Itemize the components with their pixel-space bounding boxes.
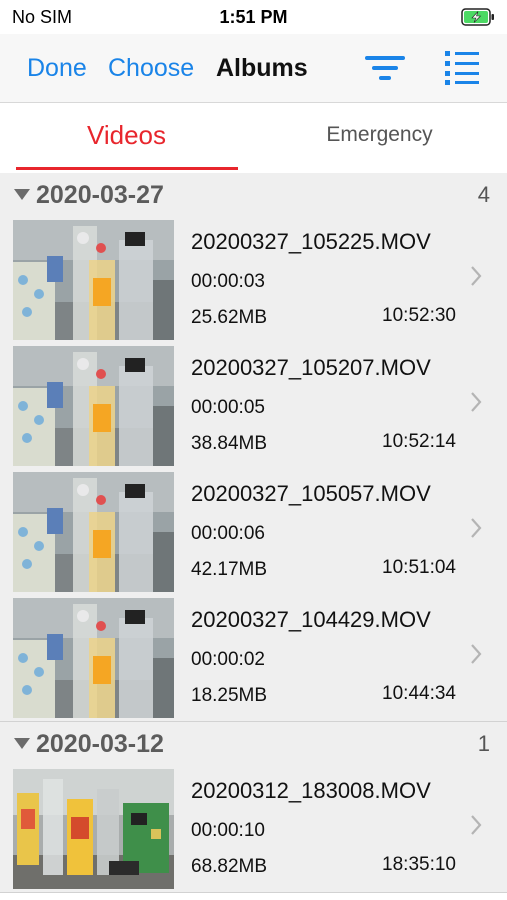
video-list-item[interactable]: 20200312_183008.MOV 00:00:10 68.82MB 18:… <box>0 766 507 893</box>
video-file-name: 20200327_105057.MOV <box>191 481 431 506</box>
section-count: 4 <box>477 182 490 207</box>
video-duration: 00:00:03 <box>191 271 265 292</box>
tab-selected-indicator <box>16 167 238 170</box>
page-title: Albums <box>216 54 308 82</box>
albums-screen: No SIM 1:51 PM Done Choose Albums Videos… <box>0 0 507 900</box>
video-duration: 00:00:05 <box>191 397 265 418</box>
video-file-name: 20200327_105225.MOV <box>191 229 431 254</box>
chevron-right-icon <box>471 644 482 664</box>
video-thumbnail <box>13 346 174 466</box>
tab-emergency-label: Emergency <box>326 123 433 146</box>
video-list-item[interactable]: 20200327_105207.MOV 00:00:05 38.84MB 10:… <box>0 343 507 470</box>
collapse-triangle-icon <box>14 189 30 200</box>
video-file-size: 68.82MB <box>191 856 268 877</box>
tab-emergency[interactable]: Emergency <box>253 103 506 173</box>
section-count: 1 <box>477 731 490 756</box>
video-file-size: 38.84MB <box>191 433 268 454</box>
video-file-size: 25.62MB <box>191 307 268 328</box>
video-thumbnail <box>13 769 174 889</box>
video-list-item[interactable]: 20200327_105057.MOV 00:00:06 42.17MB 10:… <box>0 469 507 596</box>
section-header[interactable]: 2020-03-12 1 <box>0 722 507 766</box>
video-list-item[interactable]: 20200327_105225.MOV 00:00:03 25.62MB 10:… <box>0 217 507 344</box>
chevron-right-icon <box>471 392 482 412</box>
video-thumbnail <box>13 472 174 592</box>
video-record-time: 10:44:34 <box>382 683 456 704</box>
tab-videos[interactable]: Videos <box>0 103 253 173</box>
list-icon[interactable] <box>444 49 480 85</box>
video-record-time: 10:52:14 <box>382 431 456 452</box>
video-record-time: 10:52:30 <box>382 305 456 326</box>
section-date: 2020-03-27 <box>36 181 164 209</box>
video-record-time: 18:35:10 <box>382 854 456 875</box>
section-header[interactable]: 2020-03-27 4 <box>0 173 507 217</box>
video-list-item[interactable]: 20200327_104429.MOV 00:00:02 18.25MB 10:… <box>0 595 507 722</box>
video-record-time: 10:51:04 <box>382 557 456 578</box>
video-thumbnail <box>13 598 174 718</box>
video-file-name: 20200327_105207.MOV <box>191 355 431 380</box>
tab-videos-label: Videos <box>86 120 167 150</box>
video-file-name: 20200312_183008.MOV <box>191 778 431 803</box>
filter-icon[interactable] <box>364 52 406 84</box>
clock-label: 1:51 PM <box>219 7 288 27</box>
choose-button[interactable]: Choose <box>108 54 194 83</box>
battery-charging-icon <box>461 8 494 26</box>
status-bar: No SIM 1:51 PM <box>0 0 507 34</box>
video-duration: 00:00:06 <box>191 523 265 544</box>
navigation-bar: Done Choose Albums <box>0 34 507 103</box>
chevron-right-icon <box>471 266 482 286</box>
video-duration: 00:00:02 <box>191 649 265 670</box>
video-file-name: 20200327_104429.MOV <box>191 607 431 632</box>
done-button[interactable]: Done <box>27 54 87 83</box>
chevron-right-icon <box>471 518 482 538</box>
video-file-size: 18.25MB <box>191 685 268 706</box>
collapse-triangle-icon <box>14 738 30 749</box>
video-duration: 00:00:10 <box>191 820 265 841</box>
tab-bar: Videos Emergency <box>0 103 507 173</box>
video-file-size: 42.17MB <box>191 559 268 580</box>
video-thumbnail <box>13 220 174 340</box>
chevron-right-icon <box>471 815 482 835</box>
section-date: 2020-03-12 <box>36 730 164 758</box>
